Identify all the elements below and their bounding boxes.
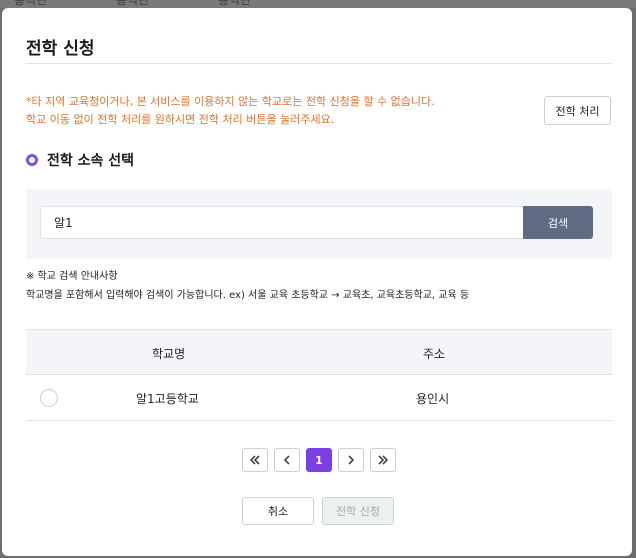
- modal-title: 전학 신청: [26, 39, 95, 59]
- school-search-input[interactable]: [40, 206, 526, 239]
- notice-line-2: 학교 이동 없이 전학 처리를 원하시면 전학 처리 버튼을 눌러주세요.: [26, 113, 335, 126]
- section-bullet-icon: [26, 154, 38, 166]
- section-title: 전학 소속 선택: [26, 150, 134, 170]
- cell-school-name: 알1고등학교: [136, 392, 199, 406]
- first-page-button[interactable]: [242, 448, 268, 472]
- cell-address: 용인시: [416, 392, 450, 406]
- transfer-modal: 전학 신청 *타 지역 교육청이거나, 본 서비스를 이용하지 않는 학교로는 …: [2, 8, 632, 556]
- school-table: 학교명 주소 알1고등학교 용인시: [26, 329, 612, 421]
- pagination: 1: [242, 448, 396, 472]
- table-row[interactable]: 알1고등학교 용인시: [26, 375, 612, 421]
- search-button[interactable]: 검색: [523, 206, 593, 239]
- title-divider: [26, 63, 612, 64]
- background-label: 흥력관: [14, 0, 48, 7]
- header-school-name: 학교명: [152, 347, 186, 361]
- search-guide-text: 학교명을 포함해서 입력해야 검색이 가능합니다. ex) 서울 교육 초등학교…: [26, 290, 470, 301]
- search-guide-title: ※ 학교 검색 안내사항: [26, 271, 118, 282]
- background-label: 흥력관: [116, 0, 150, 7]
- next-page-button[interactable]: [338, 448, 364, 472]
- chevron-left-icon: [283, 455, 290, 465]
- transfer-process-button[interactable]: 전학 처리: [544, 96, 611, 125]
- header-address: 주소: [423, 347, 446, 361]
- cancel-button[interactable]: 취소: [242, 497, 314, 525]
- last-page-button[interactable]: [370, 448, 396, 472]
- apply-transfer-button[interactable]: 전학 신청: [322, 497, 394, 525]
- page-number-button[interactable]: 1: [306, 448, 332, 472]
- row-select-radio[interactable]: [40, 389, 58, 407]
- background-label: 흥력관: [218, 0, 252, 7]
- section-title-label: 전학 소속 선택: [47, 153, 135, 169]
- search-panel: 검색: [26, 189, 612, 259]
- table-header: 학교명 주소: [26, 329, 612, 375]
- chevron-right-icon: [348, 455, 355, 465]
- prev-page-button[interactable]: [274, 448, 300, 472]
- double-chevron-left-icon: [249, 455, 260, 465]
- background-page: 흥력관 흥력관 흥력관: [0, 0, 636, 8]
- double-chevron-right-icon: [378, 455, 389, 465]
- notice-line-1: *타 지역 교육청이거나, 본 서비스를 이용하지 않는 학교로는 전학 신청을…: [26, 95, 435, 108]
